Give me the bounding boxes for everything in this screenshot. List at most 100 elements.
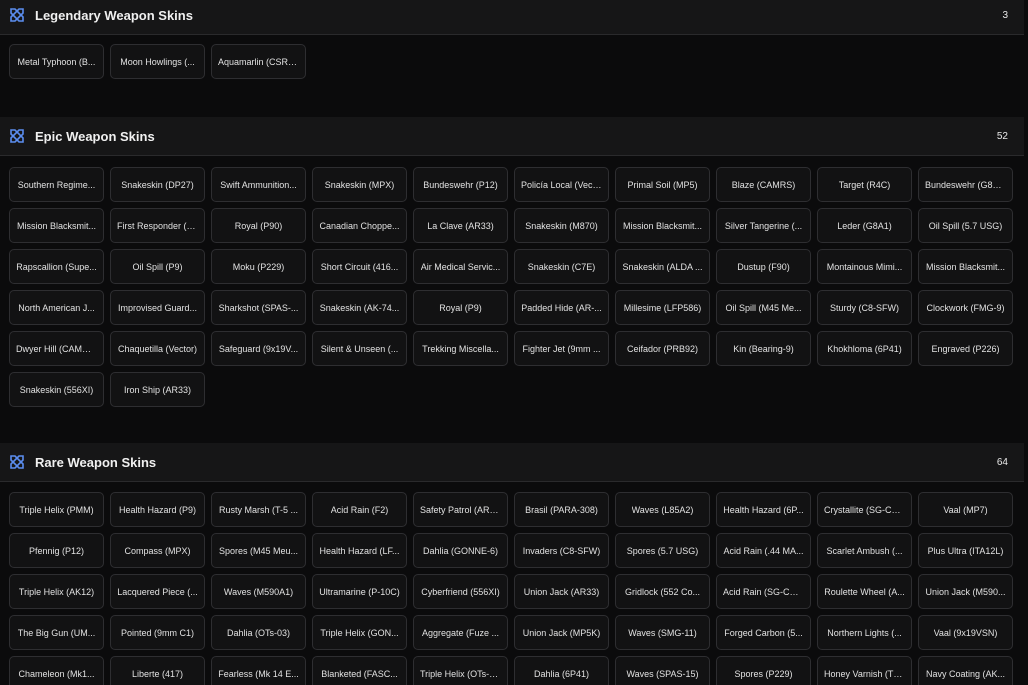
skin-card[interactable]: Acid Rain (SG-CQB) (716, 574, 811, 609)
skin-card[interactable]: Safety Patrol (AR33) (413, 492, 508, 527)
skin-card[interactable]: Gridlock (552 Co... (615, 574, 710, 609)
skin-card[interactable]: Blanketed (FASC... (312, 656, 407, 685)
skin-card[interactable]: Plus Ultra (ITA12L) (918, 533, 1013, 568)
skin-card[interactable]: Primal Soil (MP5) (615, 167, 710, 202)
skin-card[interactable]: Triple Helix (GON... (312, 615, 407, 650)
skin-card[interactable]: Oil Spill (P9) (110, 249, 205, 284)
skin-card[interactable]: Snakeskin (DP27) (110, 167, 205, 202)
skin-card[interactable]: Triple Helix (PMM) (9, 492, 104, 527)
skin-card[interactable]: Short Circuit (416... (312, 249, 407, 284)
skin-card[interactable]: Health Hazard (6P... (716, 492, 811, 527)
skin-card[interactable]: Pointed (9mm C1) (110, 615, 205, 650)
skin-card[interactable]: North American J... (9, 290, 104, 325)
skin-card[interactable]: Clockwork (FMG-9) (918, 290, 1013, 325)
skin-card[interactable]: Acid Rain (F2) (312, 492, 407, 527)
skin-card[interactable]: Snakeskin (ALDA ... (615, 249, 710, 284)
skin-card[interactable]: Iron Ship (AR33) (110, 372, 205, 407)
skin-card[interactable]: Dwyer Hill (CAMRS) (9, 331, 104, 366)
skin-card[interactable]: Dustup (F90) (716, 249, 811, 284)
skin-card[interactable]: Vaal (9x19VSN) (918, 615, 1013, 650)
skin-card[interactable]: Acid Rain (.44 MA... (716, 533, 811, 568)
skin-card[interactable]: Waves (L85A2) (615, 492, 710, 527)
skin-card[interactable]: Sharkshot (SPAS-... (211, 290, 306, 325)
section-header[interactable]: Rare Weapon Skins 64 (0, 443, 1024, 482)
skin-card[interactable]: Waves (SPAS-15) (615, 656, 710, 685)
skin-card[interactable]: Policía Local (Vect... (514, 167, 609, 202)
skin-card[interactable]: Brasil (PARA-308) (514, 492, 609, 527)
skin-card[interactable]: Triple Helix (AK12) (9, 574, 104, 609)
skin-card[interactable]: Waves (SMG-11) (615, 615, 710, 650)
skin-card[interactable]: Waves (M590A1) (211, 574, 306, 609)
skin-card[interactable]: Snakeskin (C7E) (514, 249, 609, 284)
skin-card[interactable]: Liberte (417) (110, 656, 205, 685)
skin-card[interactable]: Pfennig (P12) (9, 533, 104, 568)
skin-card[interactable]: Roulette Wheel (A... (817, 574, 912, 609)
skin-card[interactable]: Spores (5.7 USG) (615, 533, 710, 568)
skin-card[interactable]: Leder (G8A1) (817, 208, 912, 243)
skin-card[interactable]: Chameleon (Mk1... (9, 656, 104, 685)
skin-card[interactable]: Navy Coating (AK... (918, 656, 1013, 685)
skin-card[interactable]: Bundeswehr (P12) (413, 167, 508, 202)
skin-card[interactable]: Montainous Mimi... (817, 249, 912, 284)
skin-card[interactable]: Health Hazard (P9) (110, 492, 205, 527)
skin-card[interactable]: Mission Blacksmit... (9, 208, 104, 243)
skin-card[interactable]: Snakeskin (M870) (514, 208, 609, 243)
skin-card[interactable]: La Clave (AR33) (413, 208, 508, 243)
skin-card[interactable]: Spores (M45 Meu... (211, 533, 306, 568)
skin-card[interactable]: Silent & Unseen (... (312, 331, 407, 366)
skin-card[interactable]: Dahlia (OTs-03) (211, 615, 306, 650)
skin-card[interactable]: Padded Hide (AR-... (514, 290, 609, 325)
skin-card[interactable]: Canadian Choppe... (312, 208, 407, 243)
skin-card[interactable]: Dahlia (6P41) (514, 656, 609, 685)
skin-card[interactable]: Honey Varnish (TC... (817, 656, 912, 685)
skin-card[interactable]: Engraved (P226) (918, 331, 1013, 366)
skin-card[interactable]: Lacquered Piece (... (110, 574, 205, 609)
skin-card[interactable]: Rusty Marsh (T-5 ... (211, 492, 306, 527)
skin-card[interactable]: Oil Spill (5.7 USG) (918, 208, 1013, 243)
skin-card[interactable]: Snakeskin (AK-74... (312, 290, 407, 325)
skin-card[interactable]: Royal (P9) (413, 290, 508, 325)
skin-card[interactable]: First Responder (5... (110, 208, 205, 243)
skin-card[interactable]: Snakeskin (MPX) (312, 167, 407, 202)
skin-card[interactable]: Union Jack (MP5K) (514, 615, 609, 650)
skin-card[interactable]: Khokhloma (6P41) (817, 331, 912, 366)
skin-card[interactable]: Chaquetilla (Vector) (110, 331, 205, 366)
skin-card[interactable]: Safeguard (9x19V... (211, 331, 306, 366)
skin-card[interactable]: Union Jack (M590... (918, 574, 1013, 609)
skin-card[interactable]: Scarlet Ambush (... (817, 533, 912, 568)
skin-card[interactable]: Mission Blacksmit... (615, 208, 710, 243)
skin-card[interactable]: Swift Ammunition... (211, 167, 306, 202)
skin-card[interactable]: Moon Howlings (... (110, 44, 205, 79)
skin-card[interactable]: Mission Blacksmit... (918, 249, 1013, 284)
skin-card[interactable]: Target (R4C) (817, 167, 912, 202)
skin-card[interactable]: Ceifador (PRB92) (615, 331, 710, 366)
skin-card[interactable]: Southern Regime... (9, 167, 104, 202)
skin-card[interactable]: Fearless (Mk 14 E... (211, 656, 306, 685)
skin-card[interactable]: Northern Lights (... (817, 615, 912, 650)
skin-card[interactable]: Snakeskin (556XI) (9, 372, 104, 407)
skin-card[interactable]: Cyberfriend (556XI) (413, 574, 508, 609)
skin-card[interactable]: Air Medical Servic... (413, 249, 508, 284)
skin-card[interactable]: Fighter Jet (9mm ... (514, 331, 609, 366)
skin-card[interactable]: Compass (MPX) (110, 533, 205, 568)
skin-card[interactable]: Blaze (CAMRS) (716, 167, 811, 202)
skin-card[interactable]: Forged Carbon (5... (716, 615, 811, 650)
skin-card[interactable]: Dahlia (GONNE-6) (413, 533, 508, 568)
section-header[interactable]: Legendary Weapon Skins 3 (0, 0, 1024, 35)
skin-card[interactable]: Aquamarlin (CSRX... (211, 44, 306, 79)
skin-card[interactable]: Silver Tangerine (... (716, 208, 811, 243)
skin-card[interactable]: Oil Spill (M45 Me... (716, 290, 811, 325)
skin-card[interactable]: Improvised Guard... (110, 290, 205, 325)
scrollbar[interactable] (1024, 0, 1028, 685)
skin-card[interactable]: Trekking Miscella... (413, 331, 508, 366)
skin-card[interactable]: Kin (Bearing-9) (716, 331, 811, 366)
section-header[interactable]: Epic Weapon Skins 52 (0, 117, 1024, 156)
skin-card[interactable]: The Big Gun (UM... (9, 615, 104, 650)
skin-card[interactable]: Bundeswehr (G8A1) (918, 167, 1013, 202)
skin-card[interactable]: Rapscallion (Supe... (9, 249, 104, 284)
skin-card[interactable]: Triple Helix (OTs-0... (413, 656, 508, 685)
skin-card[interactable]: Moku (P229) (211, 249, 306, 284)
skin-card[interactable]: Aggregate (Fuze ... (413, 615, 508, 650)
skin-card[interactable]: Ultramarine (P-10C) (312, 574, 407, 609)
skin-card[interactable]: Crystallite (SG-CQB) (817, 492, 912, 527)
